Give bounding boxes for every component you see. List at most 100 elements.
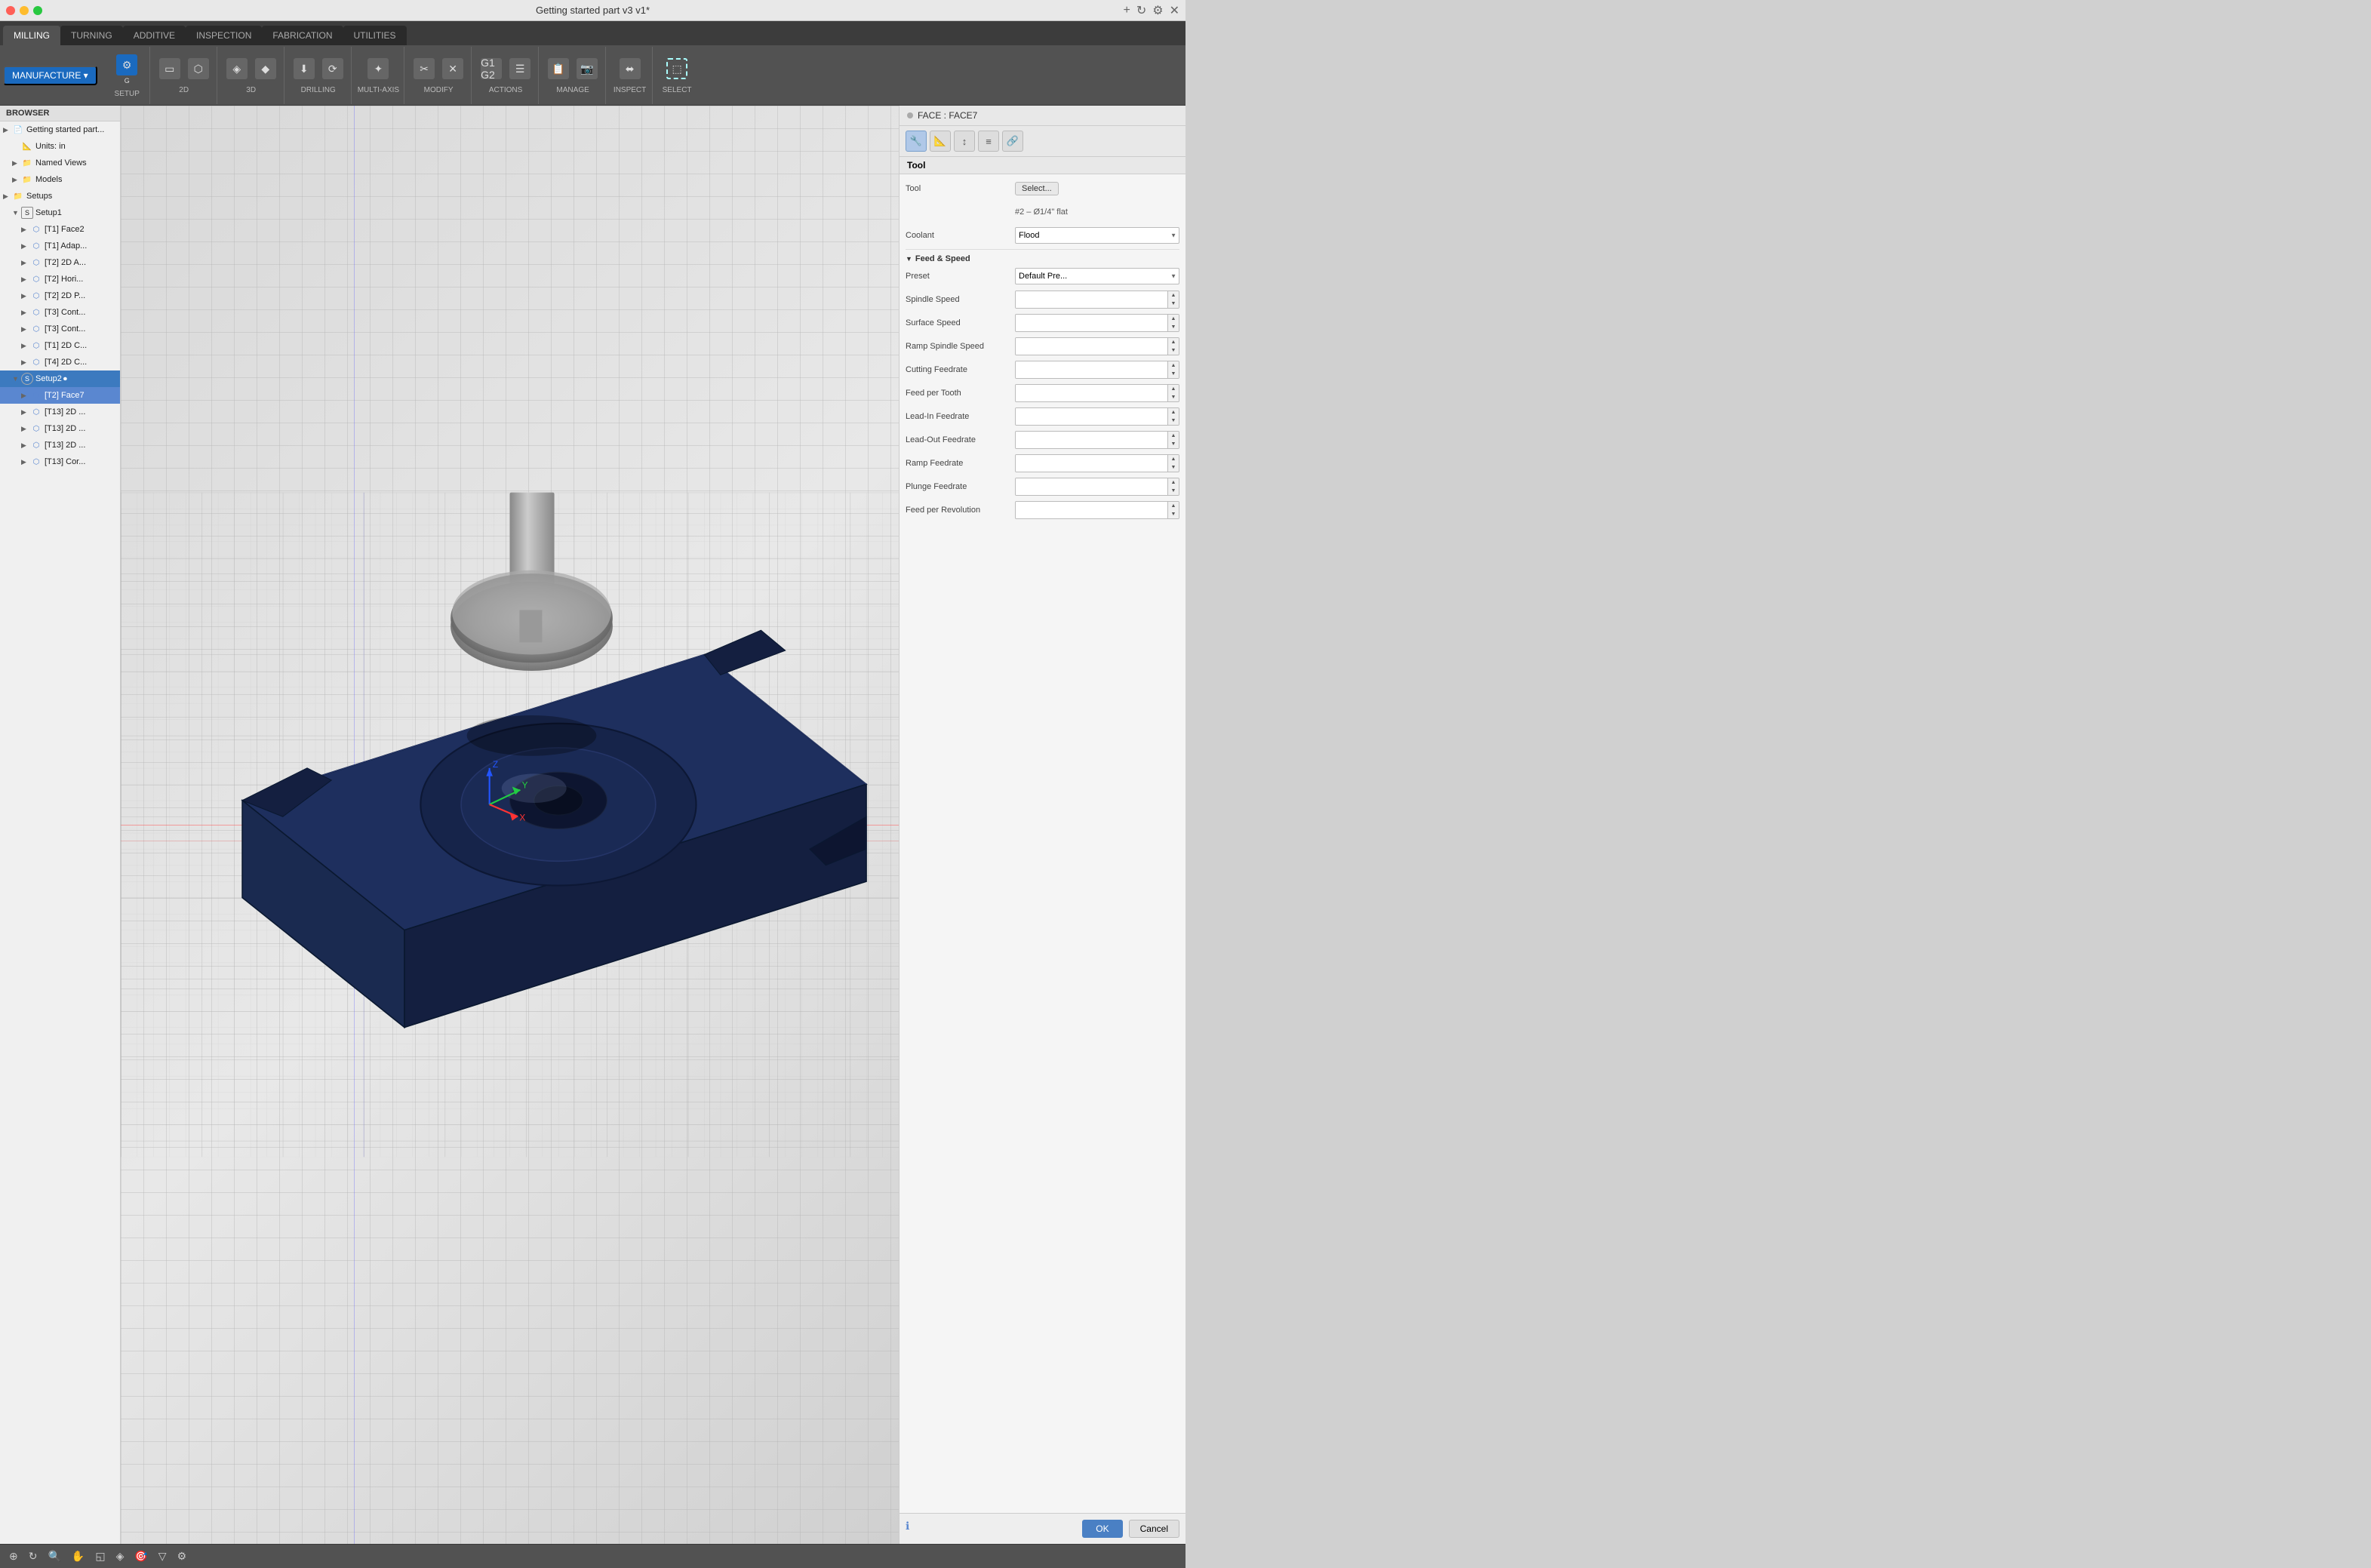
- tree-item-t13-cor[interactable]: ▶ ⬡ [T13] Cor...: [0, 453, 120, 470]
- cutting-feedrate-up[interactable]: ▲: [1168, 361, 1179, 370]
- maximize-button[interactable]: [33, 6, 42, 15]
- setup-btn[interactable]: ⚙ G: [113, 52, 140, 87]
- tool-select-button[interactable]: Select...: [1015, 182, 1059, 195]
- manufacture-button[interactable]: MANUFACTURE ▾: [3, 66, 97, 85]
- tab-fabrication[interactable]: FABRICATION: [262, 26, 343, 45]
- window-controls[interactable]: [6, 6, 42, 15]
- tree-item-setup2[interactable]: ▼ S Setup2 ⏺: [0, 370, 120, 387]
- ok-button[interactable]: OK: [1082, 1520, 1122, 1538]
- bottom-display-icon[interactable]: ◈: [113, 1548, 128, 1564]
- tab-turning[interactable]: TURNING: [60, 26, 123, 45]
- tab-utilities[interactable]: UTILITIES: [343, 26, 407, 45]
- 3d-extra-btn[interactable]: ◆: [252, 56, 279, 83]
- lead-in-feedrate-input[interactable]: 20 in/min: [1016, 408, 1167, 425]
- surface-speed-up[interactable]: ▲: [1168, 315, 1179, 323]
- lead-in-down[interactable]: ▼: [1168, 417, 1179, 425]
- lead-out-feedrate-input[interactable]: 40 in/min: [1016, 432, 1167, 448]
- tree-item-2dp[interactable]: ▶ ⬡ [T2] 2D P...: [0, 287, 120, 304]
- tab-milling[interactable]: MILLING: [3, 26, 60, 45]
- minimize-button[interactable]: [20, 6, 29, 15]
- tree-item-units[interactable]: 📐 Units: in: [0, 138, 120, 155]
- feed-per-rev-down[interactable]: ▼: [1168, 510, 1179, 518]
- feed-per-tooth-down[interactable]: ▼: [1168, 393, 1179, 401]
- bottom-orbit-icon[interactable]: ↻: [26, 1548, 41, 1564]
- feed-speed-section-header[interactable]: ▼ Feed & Speed: [906, 254, 1179, 263]
- tree-item-hori[interactable]: ▶ ⬡ [T2] Hori...: [0, 271, 120, 287]
- panel-tab-heights-icon[interactable]: ↕: [954, 131, 975, 152]
- tree-item-face2[interactable]: ▶ ⬡ [T1] Face2: [0, 221, 120, 238]
- manage-2-btn[interactable]: 📷: [574, 56, 601, 83]
- cutting-feedrate-down[interactable]: ▼: [1168, 370, 1179, 378]
- bottom-pan-icon[interactable]: ✋: [69, 1548, 88, 1564]
- tree-item-face7[interactable]: ▶ ⬡ [T2] Face7: [0, 387, 120, 404]
- surface-speed-down[interactable]: ▼: [1168, 323, 1179, 331]
- inspect-btn[interactable]: ⬌: [617, 56, 644, 83]
- tree-item-2da[interactable]: ▶ ⬡ [T2] 2D A...: [0, 254, 120, 271]
- tree-item-setup1[interactable]: ▼ S Setup1: [0, 204, 120, 221]
- ramp-spindle-up[interactable]: ▲: [1168, 338, 1179, 346]
- plunge-feedrate-up[interactable]: ▲: [1168, 478, 1179, 487]
- actions-2-btn[interactable]: ☰: [506, 56, 534, 83]
- ramp-feedrate-input[interactable]: 20 in/min: [1016, 455, 1167, 472]
- bottom-extra-1[interactable]: 🎯: [131, 1548, 150, 1564]
- tree-item-getting-started[interactable]: ▶ 📄 Getting started part...: [0, 121, 120, 138]
- drilling-btn[interactable]: ⬇: [291, 56, 318, 83]
- tree-item-adap[interactable]: ▶ ⬡ [T1] Adap...: [0, 238, 120, 254]
- feed-per-tooth-input[interactable]: 0.001 in: [1016, 385, 1167, 401]
- cancel-button[interactable]: Cancel: [1129, 1520, 1179, 1538]
- tree-item-cont1[interactable]: ▶ ⬡ [T3] Cont...: [0, 304, 120, 321]
- tree-item-setups[interactable]: ▶ 📁 Setups: [0, 188, 120, 204]
- tab-additive[interactable]: ADDITIVE: [123, 26, 186, 45]
- panel-tab-linking-icon[interactable]: 🔗: [1002, 131, 1023, 152]
- manage-btn[interactable]: 📋: [545, 56, 572, 83]
- close-button[interactable]: [6, 6, 15, 15]
- preset-select[interactable]: Default Pre...: [1015, 268, 1179, 284]
- select-btn[interactable]: ⬚: [663, 56, 690, 83]
- info-icon[interactable]: ℹ: [906, 1520, 909, 1538]
- lead-in-up[interactable]: ▲: [1168, 408, 1179, 417]
- multi-axis-btn[interactable]: ✦: [364, 56, 392, 83]
- ramp-spindle-down[interactable]: ▼: [1168, 346, 1179, 355]
- 2d-pocket-btn[interactable]: ⬡: [185, 56, 212, 83]
- plunge-feedrate-down[interactable]: ▼: [1168, 487, 1179, 495]
- modify-btn[interactable]: ✂: [411, 56, 438, 83]
- surface-speed-input[interactable]: 800 ft/min: [1016, 315, 1167, 331]
- tree-item-t13-2d-a[interactable]: ▶ ⬡ [T13] 2D ...: [0, 404, 120, 420]
- panel-tab-tool-icon[interactable]: 🔧: [906, 131, 927, 152]
- ramp-feedrate-down[interactable]: ▼: [1168, 463, 1179, 472]
- spindle-speed-up[interactable]: ▲: [1168, 291, 1179, 300]
- tree-item-named-views[interactable]: ▶ 📁 Named Views: [0, 155, 120, 171]
- ramp-feedrate-up[interactable]: ▲: [1168, 455, 1179, 463]
- bottom-view-icon[interactable]: ◱: [92, 1548, 108, 1564]
- feed-per-rev-input[interactable]: 0.0016362 i: [1016, 502, 1167, 518]
- tree-item-t13-2d-c[interactable]: ▶ ⬡ [T13] 2D ...: [0, 437, 120, 453]
- 2d-face-btn[interactable]: ▭: [156, 56, 183, 83]
- drilling-2-btn[interactable]: ⟳: [319, 56, 346, 83]
- modify-2-btn[interactable]: ✕: [439, 56, 466, 83]
- coolant-select[interactable]: Flood Mist None: [1015, 227, 1179, 244]
- tab-inspection[interactable]: INSPECTION: [186, 26, 262, 45]
- bottom-zoom-icon[interactable]: 🔍: [45, 1548, 63, 1564]
- cutting-feedrate-input[interactable]: 36.6693 in/m: [1016, 361, 1167, 378]
- panel-tab-passes-icon[interactable]: ≡: [978, 131, 999, 152]
- bottom-extra-3[interactable]: ⚙: [174, 1548, 190, 1564]
- feed-per-rev-up[interactable]: ▲: [1168, 502, 1179, 510]
- plunge-feedrate-input[interactable]: 20 in/min: [1016, 478, 1167, 495]
- actions-btn[interactable]: G1 G2: [478, 56, 505, 83]
- tree-item-t13-2d-b[interactable]: ▶ ⬡ [T13] 2D ...: [0, 420, 120, 437]
- viewport[interactable]: Z Y X: [121, 106, 899, 1544]
- panel-tab-geometry-icon[interactable]: 📐: [930, 131, 951, 152]
- lead-out-down[interactable]: ▼: [1168, 440, 1179, 448]
- tree-item-2dc1[interactable]: ▶ ⬡ [T1] 2D C...: [0, 337, 120, 354]
- ramp-spindle-input[interactable]: 12223.1 rpm: [1016, 338, 1167, 355]
- bottom-move-icon[interactable]: ⊕: [6, 1548, 21, 1564]
- tree-item-models[interactable]: ▶ 📁 Models: [0, 171, 120, 188]
- spindle-speed-down[interactable]: ▼: [1168, 300, 1179, 308]
- lead-out-up[interactable]: ▲: [1168, 432, 1179, 440]
- feed-per-tooth-up[interactable]: ▲: [1168, 385, 1179, 393]
- spindle-speed-input[interactable]: 12223.1 rpm: [1016, 291, 1167, 308]
- tree-item-2dc2[interactable]: ▶ ⬡ [T4] 2D C...: [0, 354, 120, 370]
- 3d-btn[interactable]: ◈: [223, 56, 251, 83]
- tree-item-cont2[interactable]: ▶ ⬡ [T3] Cont...: [0, 321, 120, 337]
- bottom-extra-2[interactable]: ▽: [155, 1548, 170, 1564]
